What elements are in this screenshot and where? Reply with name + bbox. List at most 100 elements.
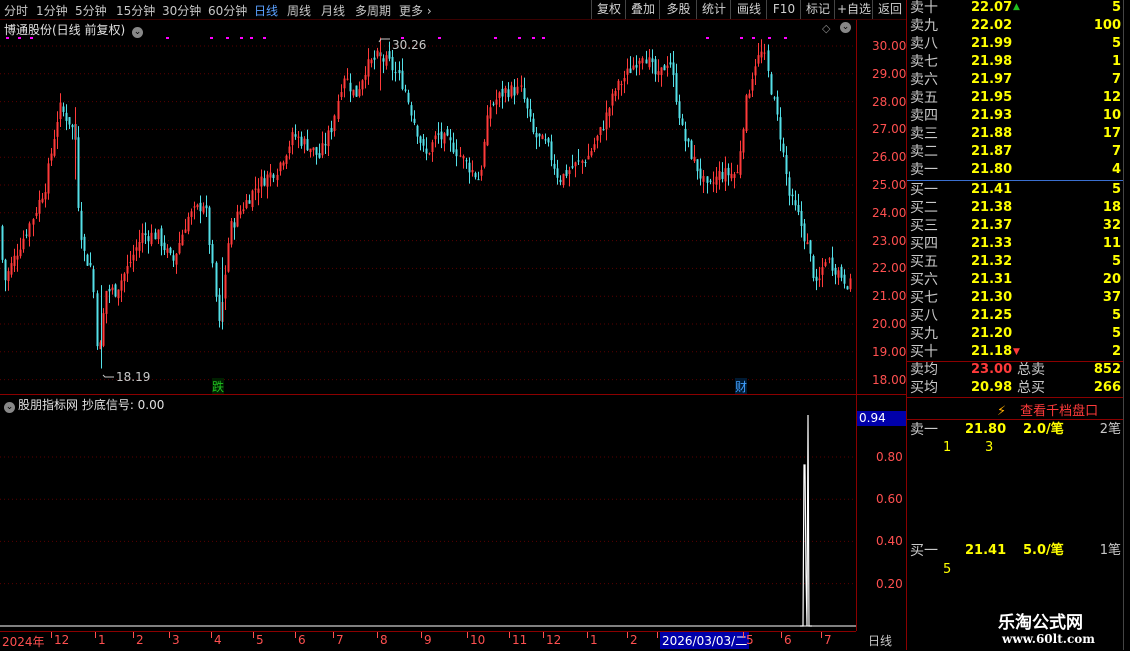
f10-button[interactable]: F10 bbox=[766, 0, 801, 19]
ask-level-row[interactable]: 卖一 21.80 4 bbox=[907, 161, 1124, 179]
bid-level-price: 21.33 bbox=[971, 236, 1013, 251]
candle-body bbox=[327, 130, 330, 147]
candle-body bbox=[53, 139, 56, 156]
watermark-url: www.60lt.com bbox=[1002, 632, 1095, 646]
candle-body bbox=[638, 60, 641, 64]
candle-body bbox=[303, 138, 306, 145]
indicator-title: ⌄ 股朋指标网 抄底信号: 0.00 bbox=[4, 396, 164, 413]
total-label: 总买 bbox=[1017, 380, 1045, 396]
ask-level-row[interactable]: 卖三 21.88 17 bbox=[907, 125, 1124, 143]
candle-body bbox=[785, 155, 788, 175]
candle-body bbox=[166, 248, 169, 253]
price-axis-tick: 22.00 bbox=[872, 261, 907, 276]
bid-level-row[interactable]: 买八 21.25 5 bbox=[907, 307, 1124, 325]
bid-level-row[interactable]: 买七 21.30 37 bbox=[907, 289, 1124, 307]
candle-body bbox=[773, 97, 776, 99]
ask-queue-row[interactable]: 卖一 21.80 2.0/笔 2笔 bbox=[907, 421, 1124, 439]
add-watchlist-button[interactable]: +自选 bbox=[834, 0, 873, 19]
bid-level-row[interactable]: 买一 21.41 5 bbox=[907, 181, 1124, 199]
candle-body bbox=[690, 140, 693, 159]
candle-body bbox=[455, 149, 458, 157]
ask-level-volume: 12 bbox=[1102, 90, 1121, 105]
restore-rights-button[interactable]: 复权 bbox=[591, 0, 626, 19]
chevron-down-icon[interactable]: ⌄ bbox=[840, 22, 851, 33]
period-tab-30min[interactable]: 30分钟 bbox=[162, 2, 201, 19]
event-marker-cai[interactable]: 财 bbox=[735, 378, 748, 395]
period-tab-multi[interactable]: 多周期 bbox=[355, 2, 391, 19]
diamond-icon[interactable]: ◇ bbox=[822, 22, 830, 35]
period-tab-monthly[interactable]: 月线 bbox=[321, 2, 345, 19]
candle-body bbox=[504, 88, 507, 93]
chevron-down-icon[interactable]: ⌄ bbox=[132, 27, 144, 38]
queue-order-size: 5 bbox=[943, 562, 952, 577]
queue-order-count: 1笔 bbox=[1099, 543, 1121, 558]
indicator-panel[interactable]: ⌄ 股朋指标网 抄底信号: 0.00 0.94 0.80 0.60 0.40 0.20 bbox=[0, 395, 908, 631]
candle-body bbox=[510, 85, 513, 97]
bid-level-label: 买二 bbox=[910, 200, 938, 216]
period-tab-more[interactable]: 更多 › bbox=[399, 2, 432, 19]
date-axis-tick: 7 bbox=[824, 633, 832, 647]
ask-level-row[interactable]: 卖二 21.87 7 bbox=[907, 143, 1124, 161]
bid-level-volume: 11 bbox=[1102, 236, 1121, 251]
period-tab-15min[interactable]: 15分钟 bbox=[116, 2, 155, 19]
back-button[interactable]: 返回 bbox=[872, 0, 907, 19]
period-label[interactable]: 日线 bbox=[868, 632, 892, 649]
period-tab-weekly[interactable]: 周线 bbox=[287, 2, 311, 19]
bid-level-price: 21.41 bbox=[971, 182, 1013, 197]
candle-body bbox=[788, 177, 791, 196]
candle-body bbox=[672, 62, 675, 76]
candle-body bbox=[434, 135, 437, 140]
bid-level-row[interactable]: 买六 21.31 20 bbox=[907, 271, 1124, 289]
bid-level-row[interactable]: 买九 21.20 5 bbox=[907, 325, 1124, 343]
thousand-level-link[interactable]: ⚡ 查看千档盘口 bbox=[997, 400, 1098, 419]
candle-body bbox=[614, 90, 617, 96]
bid-level-row[interactable]: 买三 21.37 32 bbox=[907, 217, 1124, 235]
period-tab-5min[interactable]: 5分钟 bbox=[75, 2, 107, 19]
period-tab-daily[interactable]: 日线 bbox=[254, 2, 278, 19]
period-tab-fenshi[interactable]: 分时 bbox=[4, 2, 28, 19]
candle-body bbox=[398, 70, 401, 74]
bid-queue-row[interactable]: 买一 21.41 5.0/笔 1笔 bbox=[907, 542, 1124, 560]
candle-body bbox=[806, 242, 809, 245]
ask-level-row[interactable]: 卖五 21.95 12 bbox=[907, 89, 1124, 107]
candlestick-chart[interactable] bbox=[0, 20, 906, 394]
candle-body bbox=[443, 133, 446, 144]
period-tab-1min[interactable]: 1分钟 bbox=[36, 2, 68, 19]
bid-level-row[interactable]: 买二 21.38 18 bbox=[907, 199, 1124, 217]
overlay-button[interactable]: 叠加 bbox=[625, 0, 660, 19]
candle-body bbox=[648, 57, 651, 68]
ask-level-row[interactable]: 卖四 21.93 10 bbox=[907, 107, 1124, 125]
ask-level-row[interactable]: 卖七 21.98 1 bbox=[907, 53, 1124, 71]
candle-body bbox=[245, 200, 248, 209]
mark-button[interactable]: 标记 bbox=[800, 0, 835, 19]
candle-body bbox=[462, 156, 465, 159]
candle-body bbox=[38, 199, 41, 214]
ask-level-row[interactable]: 卖八 21.99 5 bbox=[907, 35, 1124, 53]
ask-level-row[interactable]: 卖六 21.97 7 bbox=[907, 71, 1124, 89]
statistics-button[interactable]: 统计 bbox=[696, 0, 731, 19]
candle-body bbox=[849, 278, 852, 290]
candle-body bbox=[797, 205, 800, 213]
signal-marker bbox=[752, 37, 755, 39]
event-marker-die[interactable]: 跌 bbox=[212, 378, 225, 395]
candle-body bbox=[709, 180, 712, 182]
chevron-down-icon[interactable]: ⌄ bbox=[4, 402, 15, 413]
ask-level-row[interactable]: 卖九 22.02 100 bbox=[907, 17, 1124, 35]
date-tick-mark bbox=[295, 632, 296, 638]
candle-body bbox=[394, 71, 397, 73]
bid-level-row[interactable]: 买五 21.32 5 bbox=[907, 253, 1124, 271]
draw-line-button[interactable]: 画线 bbox=[730, 0, 767, 19]
signal-marker bbox=[706, 37, 709, 39]
multi-stock-button[interactable]: 多股 bbox=[659, 0, 697, 19]
date-axis-tick: 3 bbox=[172, 633, 180, 647]
indicator-chart[interactable] bbox=[0, 395, 906, 631]
price-chart-panel[interactable]: 博通股份(日线 前复权) ⌄ ◇ ⌄ 30.26 18.19 30.00 29.0… bbox=[0, 20, 907, 395]
bid-level-row[interactable]: 买四 21.33 11 bbox=[907, 235, 1124, 253]
ask-level-label: 卖三 bbox=[910, 126, 938, 142]
candle-body bbox=[468, 162, 471, 173]
side-scroll-strip[interactable] bbox=[1123, 0, 1130, 650]
date-cursor-label: 2026/03/03/二 bbox=[660, 632, 750, 649]
period-tab-60min[interactable]: 60分钟 bbox=[208, 2, 247, 19]
candle-body bbox=[541, 135, 544, 140]
candle-body bbox=[834, 267, 837, 275]
